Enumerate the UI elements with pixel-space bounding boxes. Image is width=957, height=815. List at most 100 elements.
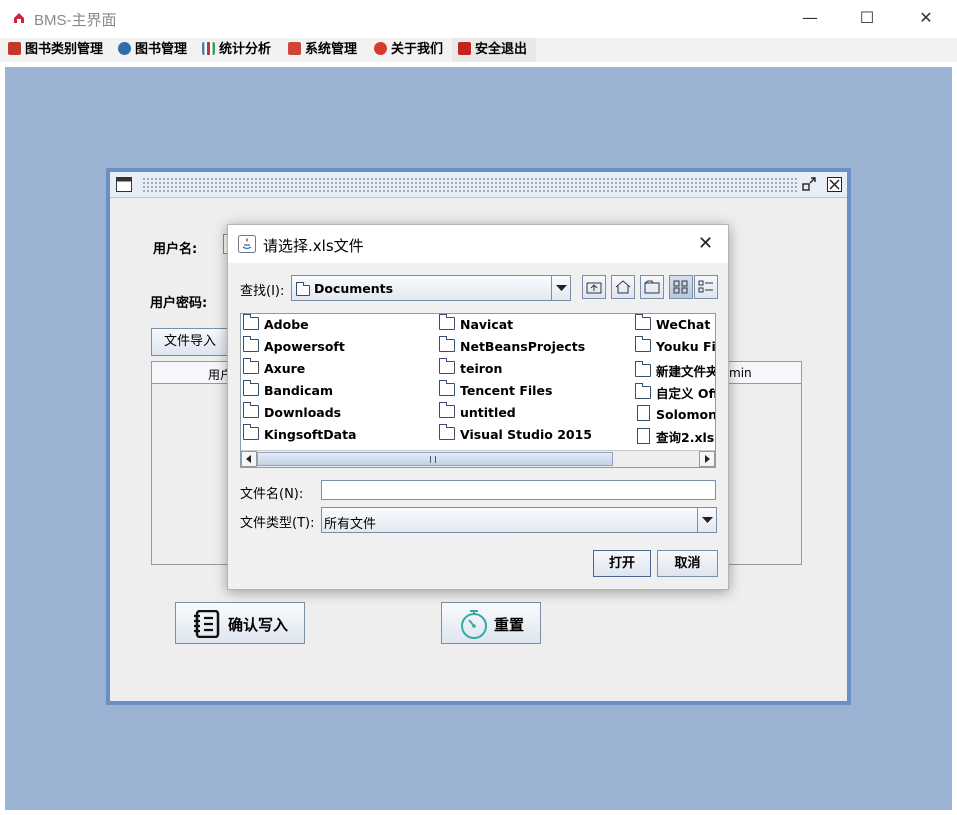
arrow-left-icon [246, 455, 251, 463]
menu-label: 图书类别管理 [25, 42, 104, 57]
file-name-text: NetBeansProjects [460, 339, 586, 354]
close-button[interactable]: ✕ [916, 8, 936, 28]
folder-icon [243, 336, 259, 352]
file-list-item[interactable]: KingsoftData [243, 424, 357, 443]
file-name-text: untitled [460, 405, 516, 420]
menu-bar: 图书类别管理 图书管理 统计分析 系统管理 关于我们 安全退出 [0, 38, 957, 62]
folder-icon [439, 314, 455, 330]
combobox-arrow[interactable] [551, 276, 570, 300]
about-icon [374, 42, 387, 55]
internal-frame-titlebar[interactable] [110, 172, 847, 198]
file-list-item[interactable]: NetBeansProjects [439, 336, 586, 355]
file-list-item[interactable]: Adobe [243, 314, 309, 333]
file-import-button[interactable]: 文件导入 [151, 328, 229, 356]
frame-close-icon[interactable] [827, 177, 842, 192]
up-folder-button[interactable] [582, 275, 606, 299]
menu-book-management[interactable]: 图书管理 [118, 38, 187, 62]
menu-book-category[interactable]: 图书类别管理 [8, 38, 103, 62]
thumb-grip [430, 456, 436, 463]
file-list-item[interactable]: Solomon E [635, 405, 715, 423]
minimize-button[interactable]: — [800, 8, 820, 28]
open-button[interactable]: 打开 [593, 550, 651, 577]
book-icon [118, 42, 131, 55]
folder-icon [635, 314, 651, 330]
file-list-item[interactable]: Navicat [439, 314, 513, 333]
app-logo-icon [14, 13, 24, 23]
java-icon [238, 235, 256, 253]
dialog-title: 请选择.xls文件 [263, 237, 364, 255]
scroll-right-button[interactable] [699, 451, 715, 467]
restore-icon[interactable] [802, 177, 816, 191]
file-list-item[interactable]: Youku Files [635, 336, 716, 355]
file-list-item[interactable]: Axure [243, 358, 305, 377]
dialog-close-button[interactable]: ✕ [698, 233, 713, 254]
folder-icon [635, 383, 651, 399]
menu-about-us[interactable]: 关于我们 [374, 38, 443, 62]
file-name-label: 文件名(N): [240, 487, 304, 502]
new-folder-button[interactable] [640, 275, 664, 299]
folder-icon [439, 380, 455, 396]
settings-icon [288, 42, 301, 55]
window-titlebar[interactable]: BMS-主界面 — ☐ ✕ [0, 0, 957, 38]
horizontal-scrollbar[interactable] [241, 450, 715, 467]
maximize-button[interactable]: ☐ [857, 8, 877, 28]
file-icon [637, 405, 650, 421]
folder-icon [243, 358, 259, 374]
file-name-text: Adobe [264, 317, 309, 332]
file-list-item[interactable]: 查询2.xlsx [635, 427, 716, 446]
look-in-combobox[interactable]: Documents [291, 275, 571, 301]
menu-statistics[interactable]: 统计分析 [202, 38, 271, 62]
file-list[interactable]: Adobe Apowersoft Axure Bandicam Downloads Kin… [240, 313, 716, 468]
details-view-button[interactable] [694, 275, 718, 299]
menu-label: 系统管理 [305, 42, 358, 57]
folder-icon [439, 402, 455, 418]
file-type-combobox[interactable]: 所有文件 [321, 507, 717, 533]
folder-icon [439, 358, 455, 374]
file-name-text: WeChat Files [656, 317, 715, 332]
file-list-item[interactable]: 新建文件夹 [635, 361, 715, 380]
dialog-titlebar[interactable]: 请选择.xls文件 ✕ [228, 225, 728, 263]
folder-icon [243, 380, 259, 396]
file-list-item[interactable]: Downloads [243, 402, 341, 421]
home-button[interactable] [611, 275, 635, 299]
menu-label: 关于我们 [391, 42, 444, 57]
confirm-write-button[interactable]: 确认写入 [175, 602, 305, 644]
scroll-left-button[interactable] [241, 451, 257, 467]
titlebar-grip [142, 177, 797, 192]
folder-icon [439, 424, 455, 440]
menu-safe-exit[interactable]: 安全退出 [452, 38, 536, 62]
menu-label: 统计分析 [219, 42, 272, 57]
arrow-right-icon [705, 455, 710, 463]
file-name-text: Youku Files [656, 339, 716, 354]
cancel-button[interactable]: 取消 [657, 550, 718, 577]
file-list-item[interactable]: Tencent Files [439, 380, 552, 399]
file-type-label: 文件类型(T): [240, 516, 315, 531]
file-list-item[interactable]: Apowersoft [243, 336, 345, 355]
confirm-write-label: 确认写入 [228, 616, 289, 634]
list-view-button[interactable] [669, 275, 693, 299]
file-list-item[interactable]: WeChat Files [635, 314, 715, 333]
folder-icon [243, 424, 259, 440]
folder-icon [243, 402, 259, 418]
file-list-item[interactable]: 自定义 Office [635, 383, 715, 402]
exit-icon [458, 42, 471, 55]
scroll-thumb[interactable] [257, 452, 613, 466]
file-name-text: teiron [460, 361, 503, 376]
file-name-input[interactable] [321, 480, 716, 500]
file-list-item[interactable]: Visual Studio 2015 [439, 424, 592, 443]
file-name-text: KingsoftData [264, 427, 357, 442]
file-name-text: 查询2.xlsx [656, 430, 716, 445]
file-type-arrow[interactable] [697, 508, 716, 532]
menu-system-management[interactable]: 系统管理 [288, 38, 357, 62]
file-list-item[interactable]: teiron [439, 358, 503, 377]
file-list-item[interactable]: untitled [439, 402, 516, 421]
table-header-admin[interactable]: min [729, 366, 752, 380]
stopwatch-icon [461, 610, 487, 639]
window-title: BMS-主界面 [34, 12, 117, 29]
frame-icon [116, 177, 132, 192]
folder-icon [635, 336, 651, 352]
file-list-item[interactable]: Bandicam [243, 380, 333, 399]
reset-button[interactable]: 重置 [441, 602, 541, 644]
chevron-down-icon [556, 285, 567, 291]
folder-icon [439, 336, 455, 352]
